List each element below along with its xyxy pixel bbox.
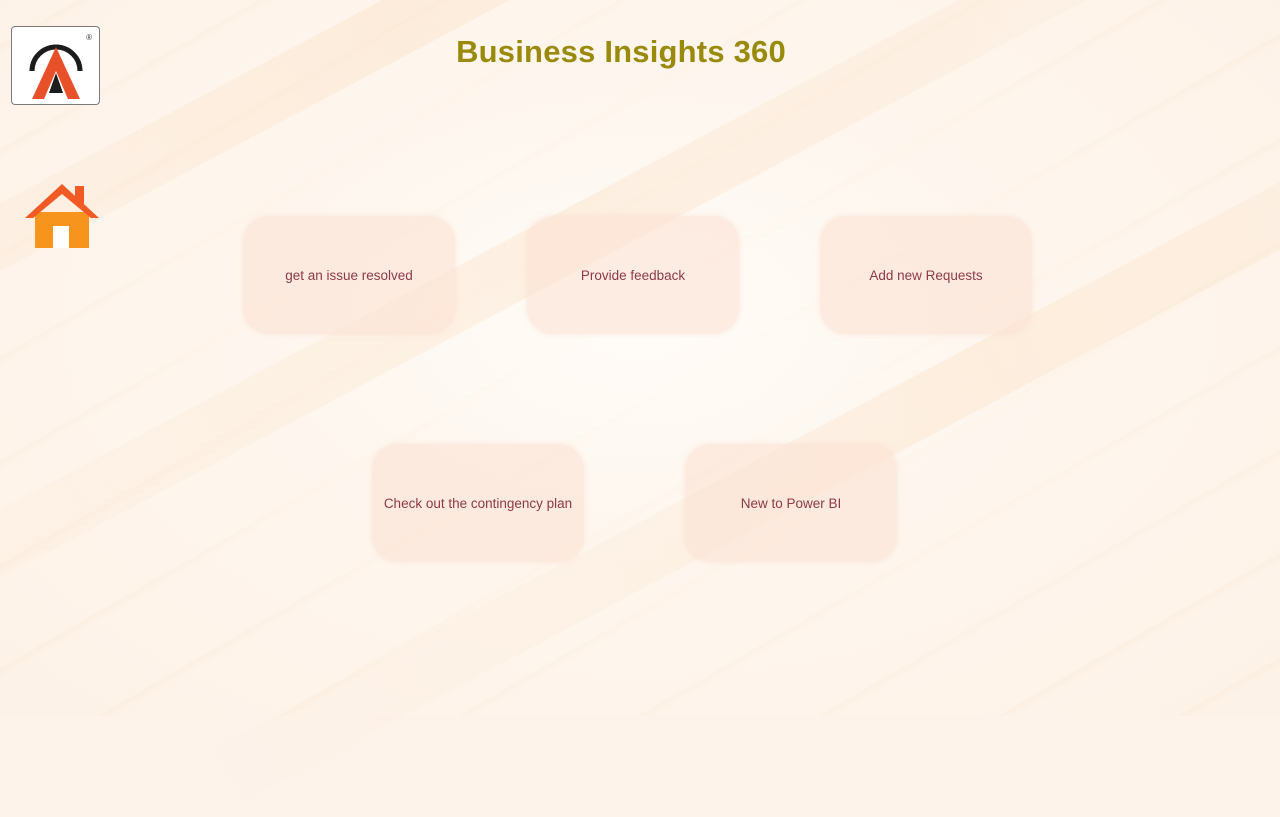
contingency-plan-button[interactable]: Check out the contingency plan: [372, 444, 584, 562]
issue-resolved-button[interactable]: get an issue resolved: [243, 216, 455, 334]
background-stripe: [0, 0, 1280, 677]
background: [0, 0, 1280, 716]
background-stripe: [185, 0, 1280, 817]
home-icon[interactable]: [23, 182, 101, 250]
add-new-requests-button[interactable]: Add new Requests: [820, 216, 1032, 334]
new-to-power-bi-button[interactable]: New to Power BI: [685, 444, 897, 562]
provide-feedback-button[interactable]: Provide feedback: [527, 216, 739, 334]
page-title: Business Insights 360: [456, 34, 786, 69]
